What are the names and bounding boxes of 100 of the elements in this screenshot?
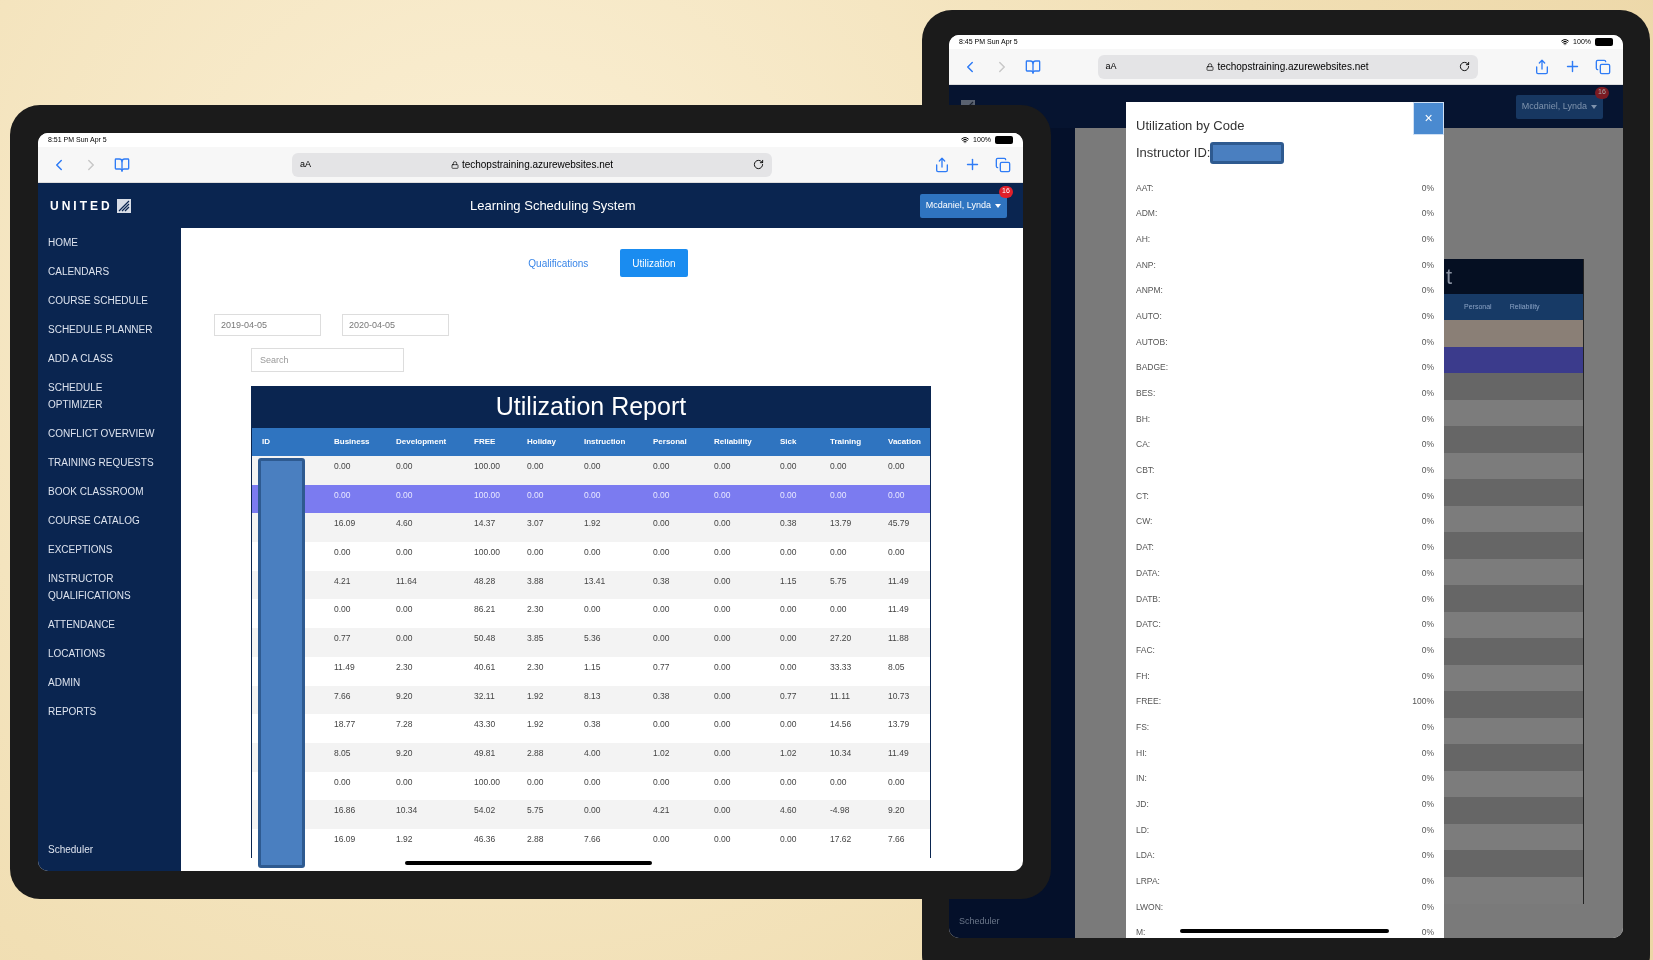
table-cell-text: 16.09 — [333, 832, 356, 846]
table-cell-text: 1.15 — [779, 574, 797, 588]
share-icon[interactable] — [934, 156, 950, 173]
code-value: 0% — [1421, 669, 1434, 683]
battery-icon — [995, 136, 1013, 144]
start-date-field[interactable]: 2019-04-05 — [214, 314, 321, 336]
code-value: 0% — [1421, 643, 1434, 657]
code-value: 100% — [1412, 695, 1434, 708]
table-cell-text: 0.00 — [583, 603, 601, 617]
reload-icon[interactable] — [1458, 61, 1470, 72]
table-cell-text: 49.81 — [473, 746, 496, 760]
footer-link[interactable]: Scheduler — [48, 842, 94, 857]
end-date-field[interactable]: 2020-04-05 — [342, 314, 449, 336]
bookmarks-icon[interactable] — [1025, 58, 1041, 75]
table-cell-text: 13.79 — [829, 517, 852, 531]
modal-title: Utilization by Code — [1136, 117, 1245, 135]
code-label: M: — [1136, 926, 1146, 938]
table-cell-text: 0.00 — [829, 775, 847, 789]
new-tab-icon[interactable] — [1564, 58, 1581, 75]
text-size-control[interactable]: aA — [1105, 59, 1117, 74]
code-value: 0% — [1421, 489, 1434, 503]
user-menu-button[interactable]: Mcdaniel, Lynda — [919, 193, 1007, 218]
code-value: 0% — [1421, 309, 1434, 323]
reload-icon[interactable] — [753, 159, 764, 170]
address-bar[interactable]: aA techopstraining.azurewebsites.net — [292, 152, 772, 177]
code-label: IN: — [1136, 772, 1147, 786]
table-cell-text: 4.00 — [583, 746, 601, 760]
table-cell-text: 0.00 — [652, 517, 670, 531]
table-cell-text: 11.49 — [887, 574, 909, 588]
tabs-icon[interactable] — [1595, 58, 1611, 75]
table-row[interactable]: 0.00 0.00 100.00 0.00 0.00 0.00 0.00 0.00 0.00 0.00 — [252, 456, 930, 485]
sidebar-link[interactable]: HOME — [48, 234, 78, 251]
code-value: 0% — [1421, 181, 1434, 195]
table-cell-text: 5.75 — [526, 804, 544, 817]
sidebar-link[interactable]: BOOK CLASSROOM — [48, 483, 144, 500]
code-value: 0% — [1421, 335, 1434, 349]
bookmarks-icon[interactable] — [114, 156, 130, 173]
table-cell-text: 0.00 — [526, 460, 544, 473]
table-cell-text: 100.00 — [473, 460, 500, 473]
table-cell-text: 0.00 — [779, 775, 797, 789]
tabs-icon[interactable] — [995, 156, 1011, 173]
code-value: 0% — [1421, 284, 1434, 297]
sidebar-link[interactable]: SCHEDULE PLANNER — [48, 321, 153, 338]
code-value: 0% — [1421, 387, 1434, 400]
sidebar-link[interactable]: TRAINING REQUESTS — [48, 454, 154, 471]
table-cell-text: 11.64 — [395, 574, 417, 588]
footer-link[interactable]: Scheduler — [959, 914, 1000, 928]
user-menu-button[interactable]: Mcdaniel, Lynda — [1515, 94, 1603, 119]
sidebar-link[interactable]: REPORTS — [48, 703, 97, 720]
new-tab-icon[interactable] — [964, 156, 981, 173]
table-cell-text: 10.34 — [829, 746, 852, 760]
code-value: 0% — [1421, 720, 1434, 734]
table-cell-text: 86.21 — [473, 603, 496, 617]
sidebar-link[interactable]: COURSE SCHEDULE — [48, 292, 149, 309]
close-button[interactable]: × — [1413, 102, 1444, 135]
sidebar-link[interactable]: INSTRUCTOR QUALIFICATIONS — [48, 570, 131, 604]
sidebar-link[interactable]: ADMIN — [48, 674, 81, 691]
table-cell-text: 0.00 — [333, 603, 351, 617]
table-cell-text: 1.92 — [583, 517, 601, 531]
table-cell-text: 10.73 — [887, 689, 910, 703]
code-value: 0% — [1421, 798, 1434, 811]
text-size-control[interactable]: aA — [300, 157, 311, 172]
table-cell-text: 0.00 — [713, 775, 731, 789]
sidebar-link[interactable]: COURSE CATALOG — [48, 512, 140, 529]
address-bar[interactable]: aA techopstraining.azurewebsites.net — [1097, 54, 1478, 79]
wifi-icon — [961, 136, 970, 144]
code-label: AH: — [1136, 232, 1151, 246]
table-cell-text: 8.05 — [887, 660, 905, 674]
table-cell-text: 0.00 — [333, 460, 351, 473]
share-icon[interactable] — [1534, 58, 1550, 75]
sidebar-link[interactable]: LOCATIONS — [48, 645, 106, 662]
code-value: 0% — [1421, 566, 1434, 580]
table-cell-text: 0.00 — [395, 488, 413, 502]
code-value: 0% — [1421, 207, 1434, 220]
table-cell-text: 50.48 — [473, 632, 496, 645]
table-cell-text: 7.66 — [583, 832, 601, 846]
table-row[interactable]: 16.09 4.60 14.37 3.07 1.92 0.00 0.00 0.38 13.79 45.79 — [252, 513, 930, 543]
table-cell-text: 0.00 — [713, 574, 731, 588]
sidebar-link[interactable]: CALENDARS — [48, 263, 110, 280]
sidebar-link[interactable]: SCHEDULE OPTIMIZER — [48, 379, 103, 413]
column-header: Reliability — [713, 436, 752, 448]
search-field[interactable]: Search — [251, 348, 404, 372]
table-cell-text: 5.36 — [583, 632, 601, 645]
table-cell-text: 17.62 — [829, 832, 852, 846]
table-row[interactable]: 0.77 0.00 50.48 3.85 5.36 0.00 0.00 0.00 27.20 11.88 — [252, 628, 930, 657]
code-label: LRPA: — [1136, 875, 1160, 888]
table-cell-text: 8.05 — [333, 746, 351, 760]
column-header: FREE — [473, 436, 496, 448]
table-cell-text: 4.60 — [395, 517, 413, 531]
table-row[interactable]: 16.86 10.34 54.02 5.75 0.00 4.21 0.00 4.60 -4.98 9.20 — [252, 800, 930, 829]
table-cell-text: 0.00 — [829, 603, 847, 617]
column-header: Business — [333, 436, 370, 448]
sidebar-link[interactable]: ADD A CLASS — [48, 350, 114, 367]
sidebar-link[interactable]: CONFLICT OVERVIEW — [48, 425, 155, 442]
sidebar-link[interactable]: ATTENDANCE — [48, 616, 116, 633]
table-cell-text: 0.00 — [395, 546, 413, 559]
sidebar-link[interactable]: EXCEPTIONS — [48, 541, 113, 558]
code-value: 0% — [1421, 438, 1434, 452]
battery-icon — [1595, 38, 1613, 46]
table-cell-text: 1.02 — [779, 746, 797, 760]
